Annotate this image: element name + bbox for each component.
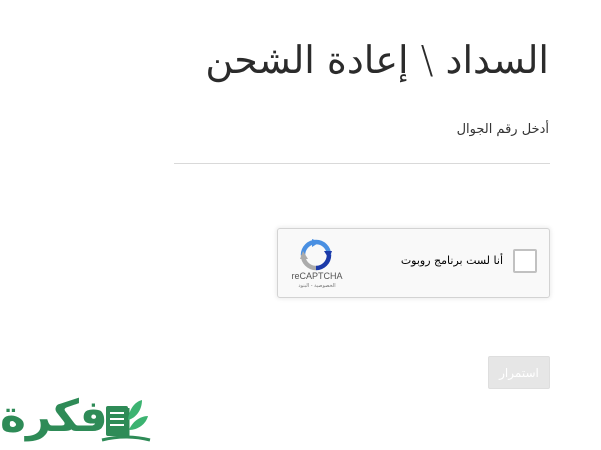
phone-number-input[interactable]: [174, 140, 550, 164]
continue-button[interactable]: استمرار: [488, 356, 550, 389]
recaptcha-checkbox[interactable]: [513, 249, 537, 273]
recaptcha-logo-icon: [300, 239, 332, 271]
fikra-watermark: فكرة: [0, 388, 160, 446]
recaptcha-widget: أنا لست برنامج روبوت reCAPTCHA الخصوصية …: [277, 228, 550, 298]
watermark-text: فكرة: [0, 391, 108, 442]
recaptcha-label: أنا لست برنامج روبوت: [400, 254, 503, 267]
book-plant-logo-icon: [101, 400, 151, 442]
recaptcha-brand: reCAPTCHA: [291, 271, 343, 281]
recaptcha-privacy-terms-link[interactable]: الخصوصية - البنود: [290, 283, 344, 289]
phone-field-label: أدخل رقم الجوال: [456, 122, 549, 137]
page-title: السداد \ إعادة الشحن: [205, 38, 549, 82]
